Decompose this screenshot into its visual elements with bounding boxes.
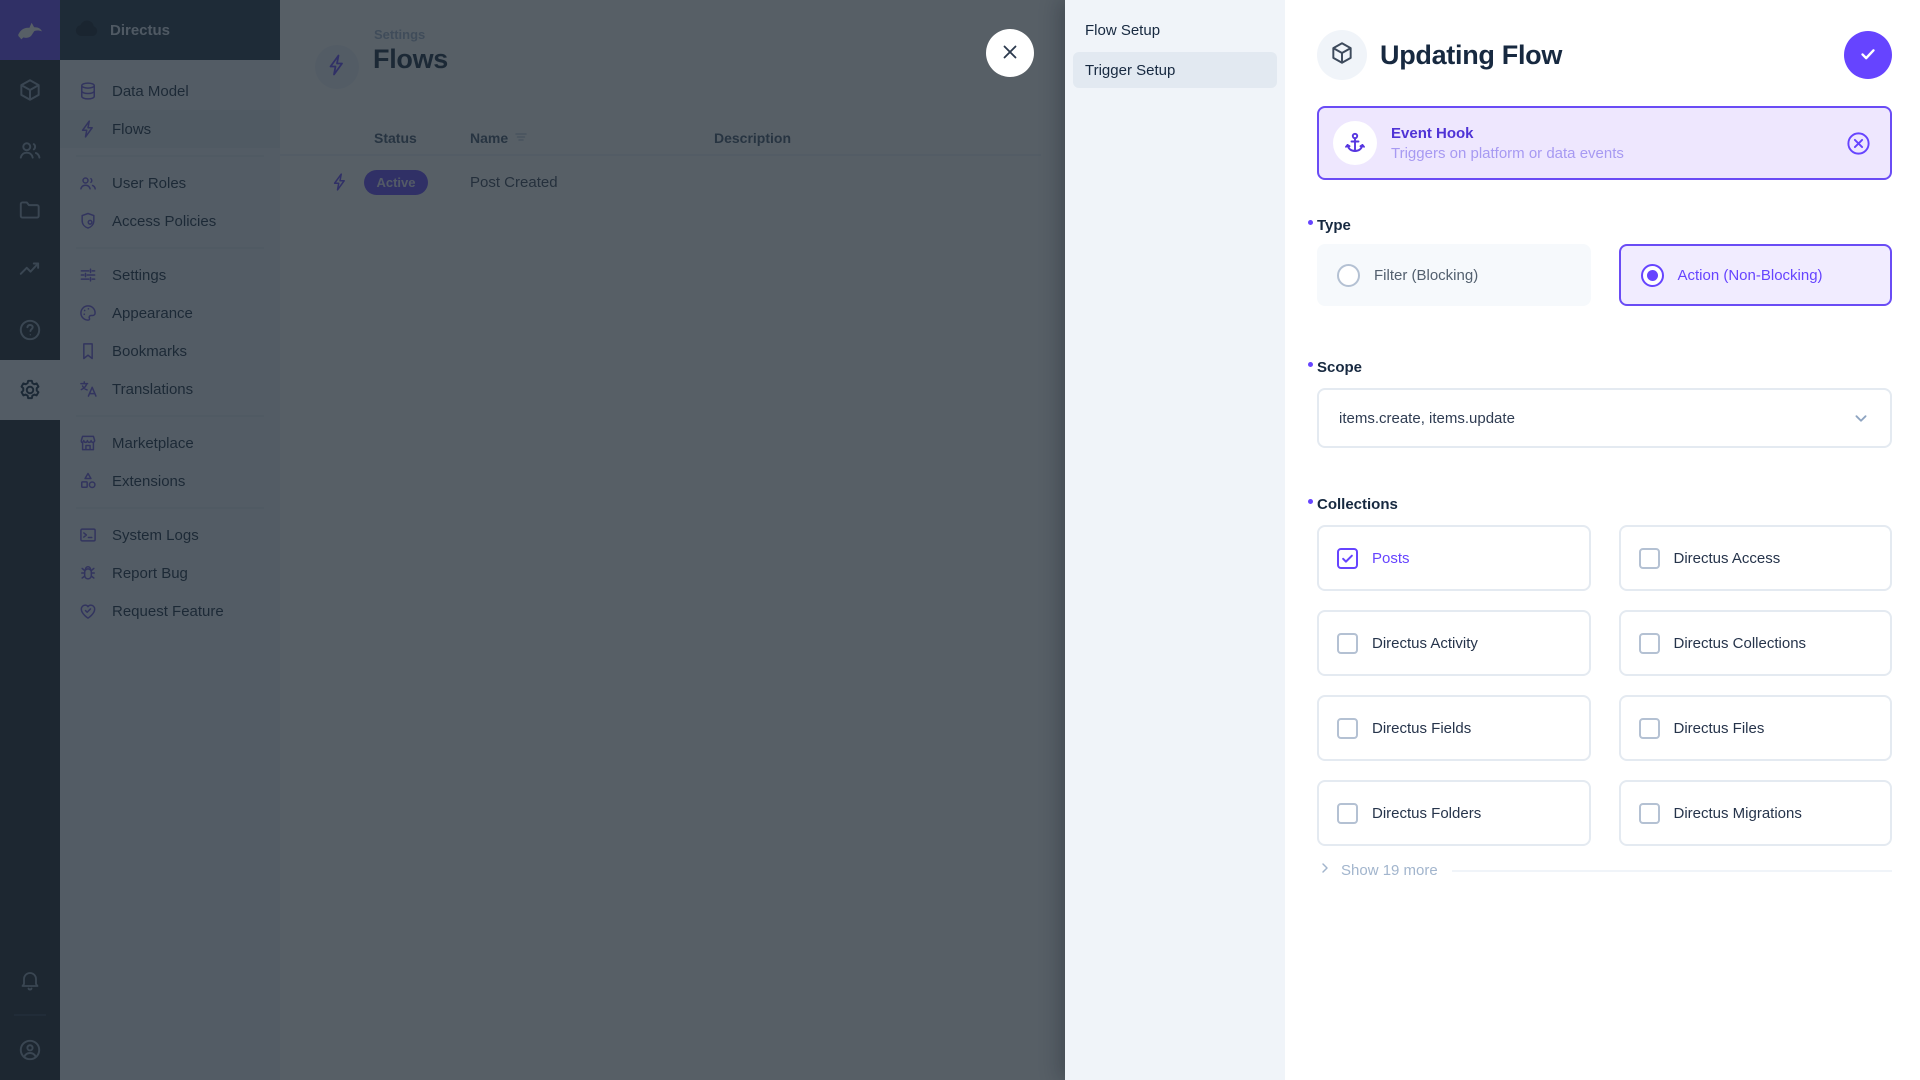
drawer-navigation: Flow Setup Trigger Setup xyxy=(1065,0,1285,1080)
trigger-type-title: Event Hook xyxy=(1391,125,1624,142)
show-more-label: Show 19 more xyxy=(1341,862,1438,879)
event-hook-banner: Event Hook Triggers on platform or data … xyxy=(1317,106,1892,180)
close-drawer-button[interactable] xyxy=(986,29,1034,77)
collection-option-directus-collections[interactable]: Directus Collections xyxy=(1619,610,1893,676)
drawer-nav-trigger-setup[interactable]: Trigger Setup xyxy=(1073,52,1277,88)
collections-grid: Posts Directus Access Directus Activity … xyxy=(1317,525,1892,846)
checkbox-unchecked-icon xyxy=(1639,718,1660,739)
type-option-filter[interactable]: Filter (Blocking) xyxy=(1317,244,1591,306)
anchor-icon xyxy=(1333,121,1377,165)
radio-unselected-icon xyxy=(1337,264,1360,287)
scope-select[interactable]: items.create, items.update xyxy=(1317,388,1892,448)
checkbox-unchecked-icon xyxy=(1337,633,1358,654)
collection-option-directus-files[interactable]: Directus Files xyxy=(1619,695,1893,761)
drawer-header: Updating Flow xyxy=(1317,30,1892,80)
checkbox-unchecked-icon xyxy=(1639,633,1660,654)
collection-option-directus-activity[interactable]: Directus Activity xyxy=(1317,610,1591,676)
close-icon xyxy=(999,41,1021,66)
drawer-content: Updating Flow Event Hook Triggers on pla… xyxy=(1285,0,1920,1080)
checkbox-checked-icon xyxy=(1337,548,1358,569)
chevron-right-icon xyxy=(1317,860,1333,881)
drawer-nav-flow-setup[interactable]: Flow Setup xyxy=(1073,12,1277,48)
collection-option-posts[interactable]: Posts xyxy=(1317,525,1591,591)
collection-option-directus-fields[interactable]: Directus Fields xyxy=(1317,695,1591,761)
updating-flow-drawer: Flow Setup Trigger Setup Updating Flow xyxy=(1065,0,1920,1080)
directus-app: Directus Data Model Flows User Roles Acc… xyxy=(0,0,1920,1080)
radio-selected-icon xyxy=(1641,264,1664,287)
checkbox-unchecked-icon xyxy=(1337,803,1358,824)
check-icon xyxy=(1857,43,1879,68)
show-more-collections[interactable]: Show 19 more xyxy=(1317,860,1892,881)
chevron-down-icon xyxy=(1850,407,1872,429)
cube-icon xyxy=(1329,40,1355,71)
save-button[interactable] xyxy=(1844,31,1892,79)
checkbox-unchecked-icon xyxy=(1639,548,1660,569)
checkbox-unchecked-icon xyxy=(1639,803,1660,824)
remove-trigger-button[interactable] xyxy=(1845,130,1872,157)
collections-field-label: Collections xyxy=(1317,496,1398,513)
checkbox-unchecked-icon xyxy=(1337,718,1358,739)
type-field-label: Type xyxy=(1317,217,1351,234)
trigger-type-subtitle: Triggers on platform or data events xyxy=(1391,145,1624,162)
type-option-action[interactable]: Action (Non-Blocking) xyxy=(1619,244,1893,306)
collection-option-directus-folders[interactable]: Directus Folders xyxy=(1317,780,1591,846)
banner-text: Event Hook Triggers on platform or data … xyxy=(1391,125,1624,162)
scope-select-value: items.create, items.update xyxy=(1339,410,1515,427)
drawer-overlay[interactable] xyxy=(0,0,1065,1080)
type-options: Filter (Blocking) Action (Non-Blocking) xyxy=(1317,244,1892,306)
scope-field-label: Scope xyxy=(1317,359,1362,376)
drawer-title: Updating Flow xyxy=(1380,40,1562,71)
show-more-divider xyxy=(1452,870,1892,872)
drawer-header-icon-button[interactable] xyxy=(1317,30,1367,80)
collection-option-directus-migrations[interactable]: Directus Migrations xyxy=(1619,780,1893,846)
collection-option-directus-access[interactable]: Directus Access xyxy=(1619,525,1893,591)
